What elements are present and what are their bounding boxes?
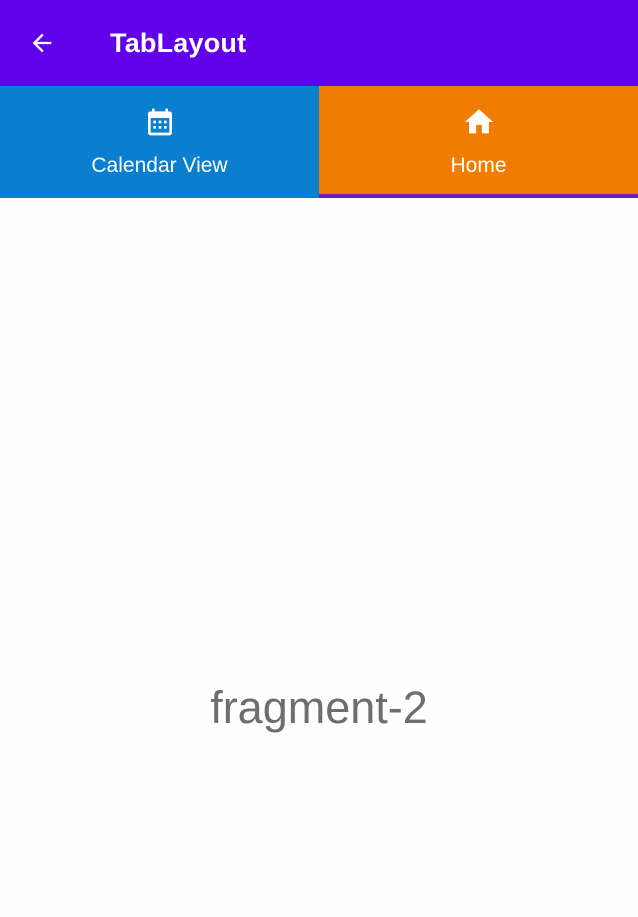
tab-home[interactable]: Home [319, 86, 638, 198]
tab-layout: Calendar View Home [0, 86, 638, 198]
calendar-icon [143, 105, 177, 139]
fragment-label: fragment-2 [210, 682, 428, 733]
tab-label-home: Home [450, 154, 507, 177]
back-button[interactable] [22, 23, 62, 63]
arrow-back-icon [32, 33, 52, 53]
home-icon [462, 105, 496, 139]
fragment-container: fragment-2 [0, 198, 638, 917]
toolbar-title: TabLayout [110, 28, 247, 58]
tab-label-calendar-view: Calendar View [91, 154, 228, 177]
toolbar: TabLayout [0, 0, 638, 86]
app-screen: TabLayout Calendar View Home fragment-2 [0, 0, 638, 917]
tab-calendar-view[interactable]: Calendar View [0, 86, 319, 198]
